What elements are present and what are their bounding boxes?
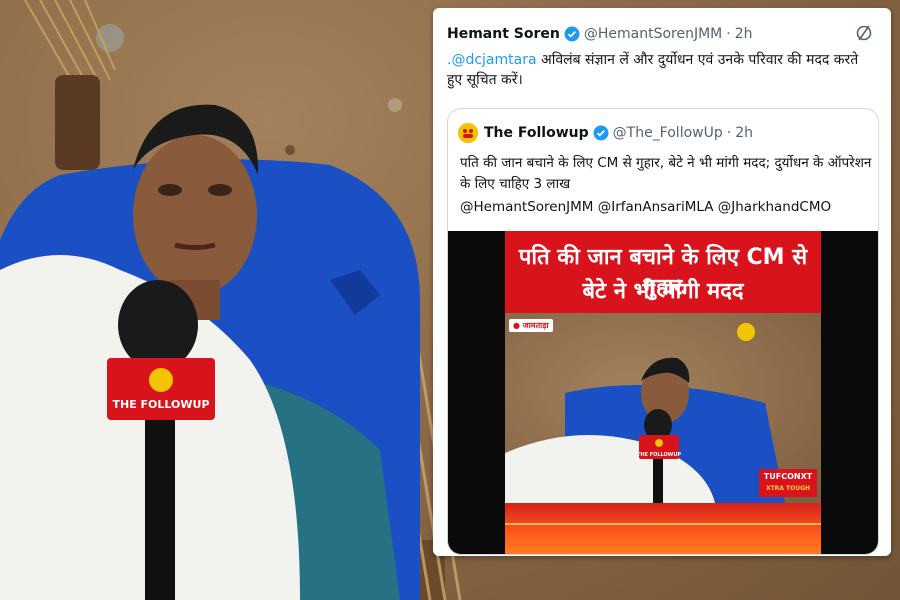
location-tag: ● जामताड़ा xyxy=(509,319,553,332)
tweet-header: Hemant Soren @HemantSorenJMM · 2h xyxy=(447,22,877,46)
headline-line-2: बेटे ने भी मांगी मदद xyxy=(582,279,744,304)
headline-banner: पति की जान बचाने के लिए CM से गुहार बेटे… xyxy=(505,231,821,313)
separator-dot: · xyxy=(726,26,731,42)
thumbnail-photo: THE FOLLOWUP ● जामताड़ा TUFCONXT XTRA TO… xyxy=(505,313,821,503)
tweet-author-handle[interactable]: @HemantSorenJMM xyxy=(584,26,722,42)
sponsor-badge: TUFCONXT XTRA TOUGH xyxy=(759,469,817,497)
sponsor-name: TUFCONXT xyxy=(763,472,813,481)
tweet-body: .@dcjamtara अविलंब संज्ञान लें और दुर्यो… xyxy=(447,50,877,90)
quote-body-text: पति की जान बचाने के लिए CM से गुहार, बेट… xyxy=(460,155,872,192)
quote-timestamp[interactable]: 2h xyxy=(735,125,753,141)
verified-badge-icon xyxy=(564,26,580,42)
brand-logo-icon xyxy=(737,323,755,341)
location-label: जामताड़ा xyxy=(522,321,549,330)
tweet-card[interactable]: Hemant Soren @HemantSorenJMM · 2h .@dcja… xyxy=(433,8,891,556)
thumbnail-mic-label: THE FOLLOWUP xyxy=(637,452,681,458)
mic-label: THE FOLLOWUP xyxy=(112,398,209,411)
quoted-tweet[interactable]: The Followup @The_FollowUp · 2h पति की ज… xyxy=(447,108,879,555)
avatar[interactable] xyxy=(458,123,478,143)
separator-dot: · xyxy=(726,125,732,141)
sponsor-tagline: XTRA TOUGH xyxy=(765,485,811,492)
lower-third-band xyxy=(505,503,821,554)
quote-mentions[interactable]: @HemantSorenJMM @IrfanAnsariMLA @Jharkha… xyxy=(460,199,831,215)
tweet-mention-link[interactable]: .@dcjamtara xyxy=(447,52,537,68)
grok-icon[interactable] xyxy=(855,24,873,42)
video-thumbnail[interactable]: पति की जान बचाने के लिए CM से गुहार बेटे… xyxy=(505,231,821,554)
quote-author-name[interactable]: The Followup xyxy=(484,125,589,141)
location-pin-icon: ● xyxy=(513,321,520,330)
tweet-timestamp[interactable]: 2h xyxy=(735,26,753,42)
quote-author-handle[interactable]: @The_FollowUp xyxy=(613,125,723,141)
verified-badge-icon xyxy=(593,125,609,141)
tweet-author-name[interactable]: Hemant Soren xyxy=(447,26,560,42)
quote-media[interactable]: पति की जान बचाने के लिए CM से गुहार बेटे… xyxy=(448,231,878,554)
quote-header: The Followup @The_FollowUp · 2h xyxy=(458,121,868,145)
band-divider xyxy=(505,523,821,525)
